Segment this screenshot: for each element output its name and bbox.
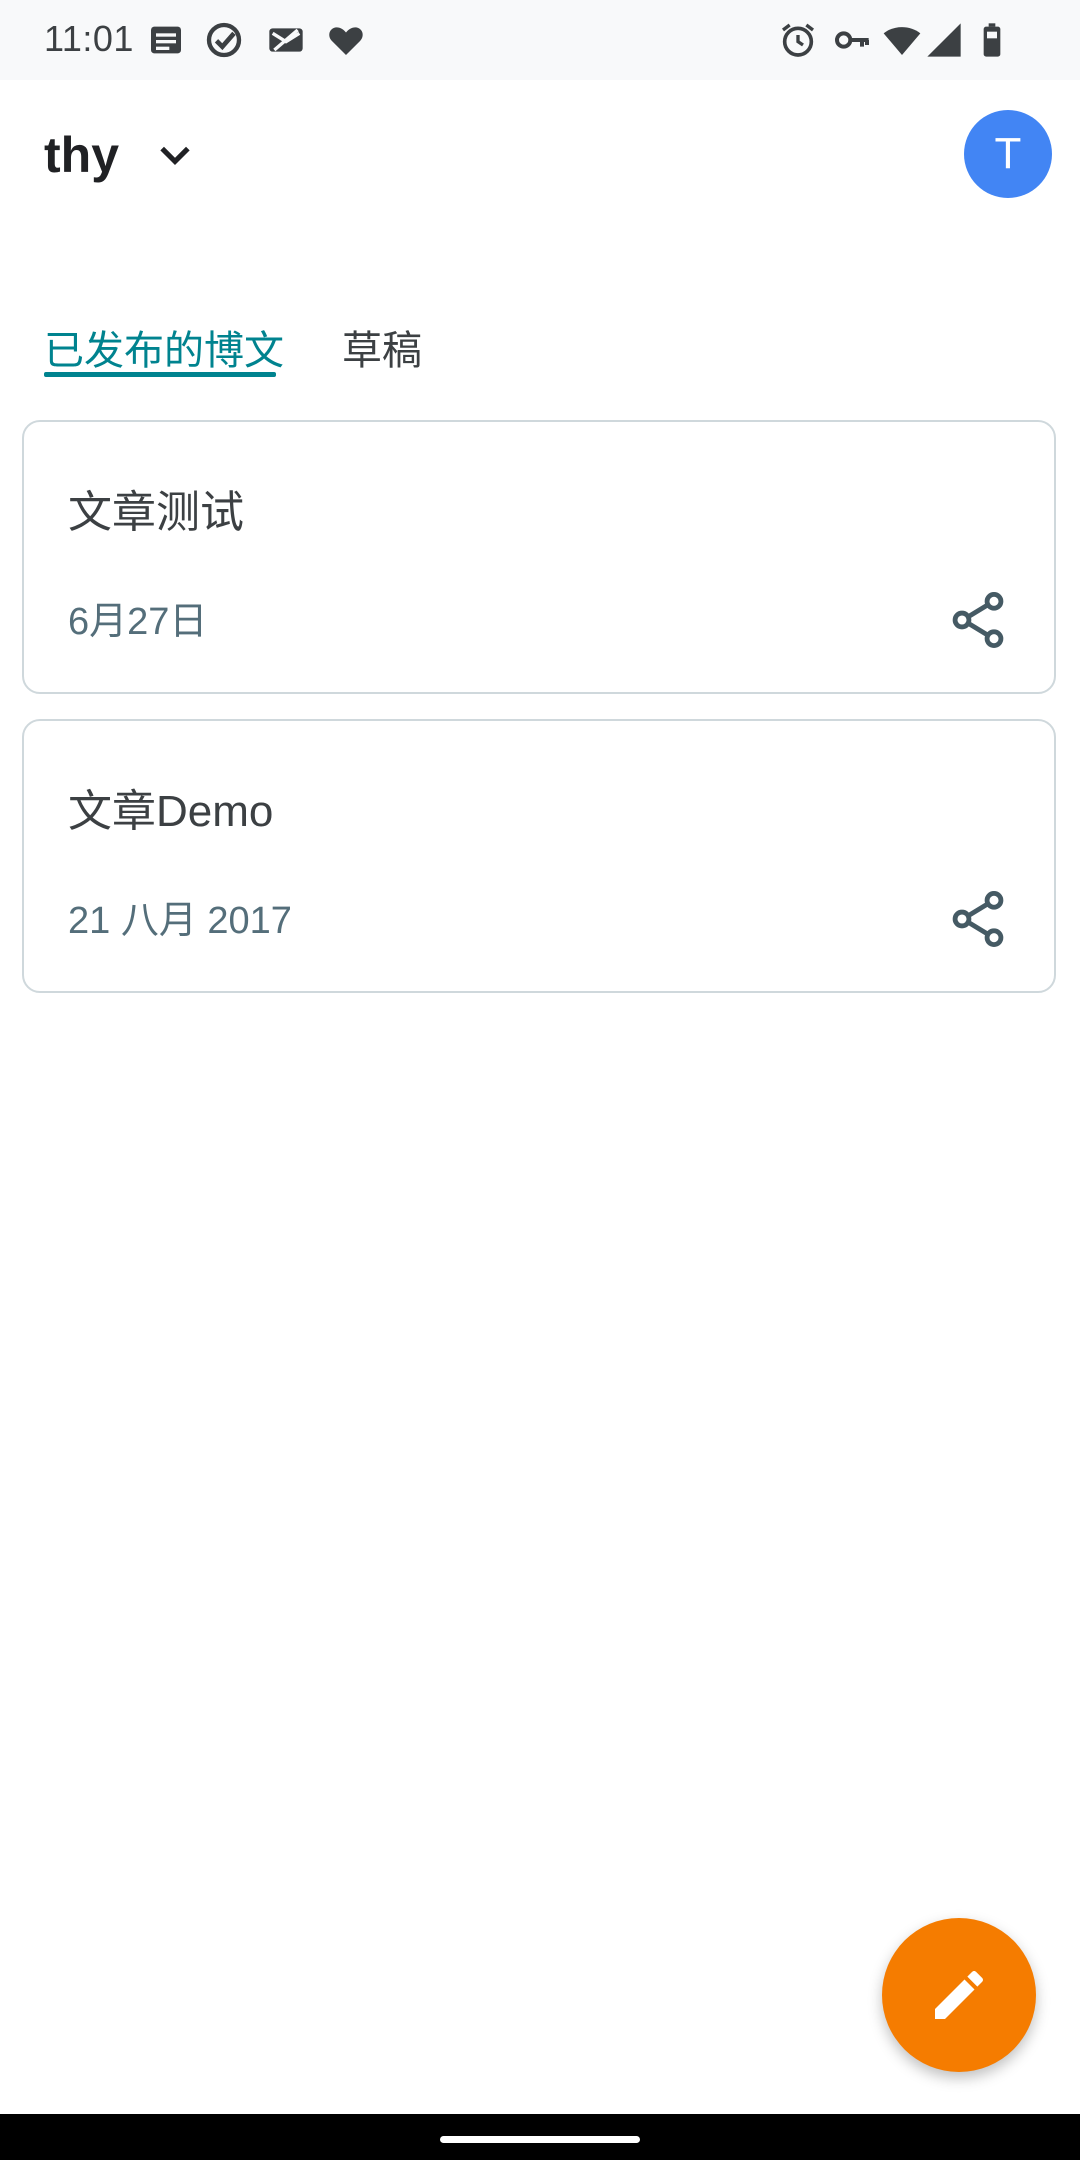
cellular-signal-icon [924,20,964,60]
post-tabs: 已发布的博文 草稿 [0,300,1080,380]
avatar[interactable]: T [964,110,1052,198]
battery-icon [972,20,1012,60]
status-time: 11:01 [44,18,134,59]
post-card[interactable]: 文章Demo 21 八月 2017 [22,719,1056,993]
post-title: 文章Demo [68,787,274,836]
system-navigation-bar [0,2114,1080,2160]
vpn-key-icon [832,20,872,60]
tab-drafts[interactable]: 草稿 [342,318,422,376]
wifi-icon [882,20,922,60]
mail-off-icon [266,20,306,60]
check-circle-icon [204,20,244,60]
share-icon[interactable] [946,887,1010,951]
avatar-initial: T [994,129,1022,178]
share-icon[interactable] [946,588,1010,652]
alarm-icon [778,20,818,60]
post-date: 21 八月 2017 [68,900,292,942]
post-title: 文章测试 [68,488,244,537]
post-date: 6月27日 [68,601,208,643]
heart-icon [326,20,366,60]
chevron-down-icon [153,133,197,177]
status-bar: 11:01 [0,0,1080,80]
blog-name: thy [44,127,119,183]
tab-published-posts[interactable]: 已发布的博文 [44,318,284,376]
home-gesture-handle[interactable] [440,2136,640,2143]
blog-selector[interactable]: thy [44,120,197,190]
edit-pencil-icon [927,1963,991,2027]
notes-icon [146,20,186,60]
app-bar: thy T [0,80,1080,230]
compose-post-button[interactable] [882,1918,1036,2072]
post-card[interactable]: 文章测试 6月27日 [22,420,1056,694]
tab-indicator [44,372,276,377]
